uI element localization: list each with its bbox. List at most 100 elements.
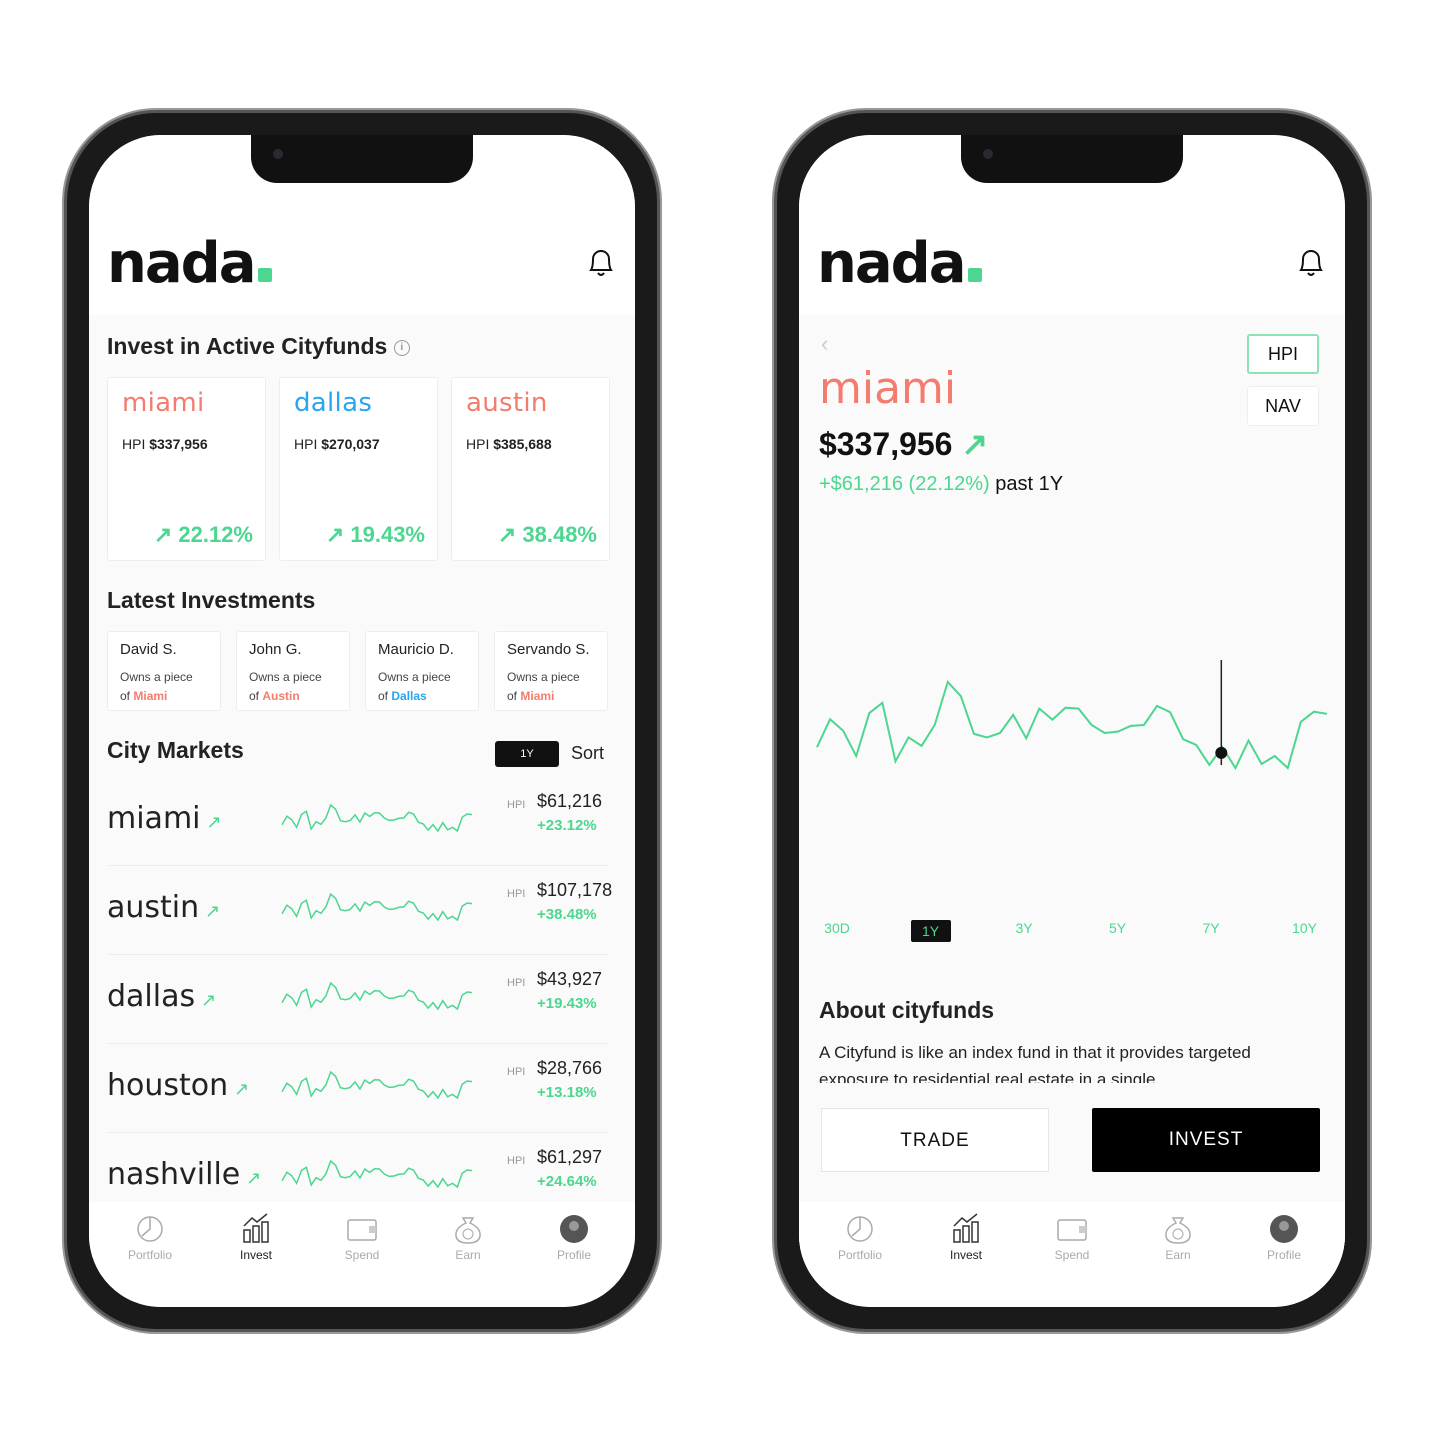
back-chevron-icon[interactable]: ‹ (821, 331, 828, 357)
clock-icon (847, 1216, 873, 1242)
period-button[interactable]: 1Y (495, 741, 559, 767)
market-change: +19.43% (537, 995, 597, 1012)
camera (273, 149, 283, 159)
city-title: miami (819, 363, 957, 414)
market-row-miami[interactable]: miami ↗ HPI $61,216 +23.12% (107, 777, 609, 866)
investor-name: Mauricio D. (378, 641, 454, 658)
investment-card[interactable]: David S. Owns a piece of Miami (107, 631, 221, 711)
phone-right: nada ‹ HPI NAV miami $337,956 ↗ +$61,216… (774, 110, 1370, 1332)
chart-icon (243, 1213, 269, 1243)
bell-icon[interactable] (1297, 245, 1325, 279)
trade-button[interactable]: TRADE (821, 1108, 1049, 1172)
sparkline (281, 1070, 473, 1100)
hpi-chart[interactable] (799, 655, 1345, 805)
clock-icon (137, 1216, 163, 1242)
investor-name: Servando S. (507, 641, 590, 658)
nav-earn[interactable]: Earn (423, 1212, 513, 1262)
up-arrow-icon: ↗ (205, 901, 221, 922)
card-change: ↗ 38.48% (497, 522, 597, 547)
investor-name: David S. (120, 641, 177, 658)
hpi-label: HPI (507, 977, 526, 989)
market-price: $61,297 (537, 1147, 603, 1167)
card-hpi: HPI $270,037 (294, 436, 380, 452)
market-city: austin ↗ (107, 890, 221, 925)
sparkline-line (281, 1070, 473, 1100)
investment-card[interactable]: John G. Owns a piece of Austin (236, 631, 350, 711)
investment-card[interactable]: Servando S. Owns a piece of Miami (494, 631, 608, 711)
avatar (1270, 1215, 1298, 1243)
investment-desc: Owns a piece of Miami (507, 670, 580, 703)
range-7Y[interactable]: 7Y (1191, 920, 1231, 936)
investment-card[interactable]: Mauricio D. Owns a piece of Dallas (365, 631, 479, 711)
nav-profile[interactable]: Profile (529, 1212, 619, 1262)
up-arrow-icon: ↗ (206, 812, 222, 833)
wallet-icon (1057, 1219, 1087, 1241)
logo-dot (257, 268, 272, 282)
invest-button[interactable]: INVEST (1092, 1108, 1320, 1172)
bottom-nav: Portfolio Invest Spend Earn Profile (89, 1202, 635, 1307)
nav-portfolio[interactable]: Portfolio (105, 1212, 195, 1262)
market-row-houston[interactable]: houston ↗ HPI $28,766 +13.18% (107, 1044, 609, 1133)
up-arrow-icon: ↗ (153, 522, 179, 547)
hpi-label: HPI (507, 1155, 526, 1167)
investment-desc: Owns a piece of Dallas (378, 670, 451, 703)
market-change: +13.18% (537, 1084, 597, 1101)
range-5Y[interactable]: 5Y (1098, 920, 1138, 936)
screen-city-detail: nada ‹ HPI NAV miami $337,956 ↗ +$61,216… (799, 135, 1345, 1307)
market-price: $43,927 (537, 969, 603, 989)
market-price: $28,766 (537, 1058, 603, 1078)
active-cityfunds-title: Invest in Active Cityfunds i (107, 333, 410, 360)
market-change: +24.64% (537, 1173, 597, 1190)
nav-earn[interactable]: Earn (1133, 1212, 1223, 1262)
sparkline-line (281, 803, 473, 833)
market-row-austin[interactable]: austin ↗ HPI $107,178 +38.48% (107, 866, 612, 955)
cityfund-card-austin[interactable]: austin HPI $385,688 ↗ 38.48% (451, 377, 610, 561)
up-arrow-icon: ↗ (952, 426, 989, 462)
nav-spend[interactable]: Spend (1027, 1212, 1117, 1262)
notch (961, 135, 1183, 183)
range-1Y[interactable]: 1Y (910, 920, 951, 942)
info-icon[interactable]: i (393, 339, 410, 356)
card-change: ↗ 22.12% (153, 522, 253, 547)
sparkline-line (281, 892, 473, 922)
nav-invest[interactable]: Invest (211, 1212, 301, 1262)
range-10Y[interactable]: 10Y (1285, 920, 1325, 936)
investment-desc: Owns a piece of Miami (120, 670, 193, 703)
sort-button[interactable]: Sort (571, 743, 604, 764)
chart-point[interactable] (1215, 746, 1228, 759)
avatar (560, 1215, 588, 1243)
range-30D[interactable]: 30D (817, 920, 857, 936)
nav-toggle[interactable]: NAV (1247, 386, 1319, 426)
hpi-label: HPI (507, 799, 526, 811)
nav-portfolio[interactable]: Portfolio (815, 1212, 905, 1262)
nav-profile[interactable]: Profile (1239, 1212, 1329, 1262)
phone-left: nada Invest in Active Cityfunds i miami … (64, 110, 660, 1332)
hpi-label: HPI (507, 888, 526, 900)
chart-line (816, 680, 1328, 771)
card-change: ↗ 19.43% (325, 522, 425, 547)
market-row-dallas[interactable]: dallas ↗ HPI $43,927 +19.43% (107, 955, 609, 1044)
card-city: austin (466, 388, 548, 418)
nav-invest[interactable]: Invest (921, 1212, 1011, 1262)
range-3Y[interactable]: 3Y (1004, 920, 1044, 936)
up-arrow-icon: ↗ (246, 1168, 262, 1189)
cityfund-card-dallas[interactable]: dallas HPI $270,037 ↗ 19.43% (279, 377, 438, 561)
sparkline-line (281, 981, 473, 1011)
market-change: +23.12% (537, 817, 597, 834)
hpi-label: HPI (507, 1066, 526, 1078)
nav-spend[interactable]: Spend (317, 1212, 407, 1262)
sparkline-line (281, 1159, 473, 1189)
sparkline (281, 1159, 473, 1189)
cityfund-card-miami[interactable]: miami HPI $337,956 ↗ 22.12% (107, 377, 266, 561)
about-text: A Cityfund is like an index fund in that… (819, 1043, 1251, 1085)
market-price: $61,216 (537, 791, 603, 811)
bottom-nav: Portfolio Invest Spend Earn Profile (799, 1202, 1345, 1307)
latest-investments-title: Latest Investments (107, 587, 316, 613)
hpi-toggle[interactable]: HPI (1247, 334, 1319, 374)
wallet-icon (347, 1219, 377, 1241)
up-arrow-icon: ↗ (497, 522, 523, 547)
moneybag-icon (455, 1217, 481, 1244)
card-hpi: HPI $385,688 (466, 436, 552, 452)
bell-icon[interactable] (587, 245, 615, 279)
market-city: nashville ↗ (107, 1157, 262, 1192)
